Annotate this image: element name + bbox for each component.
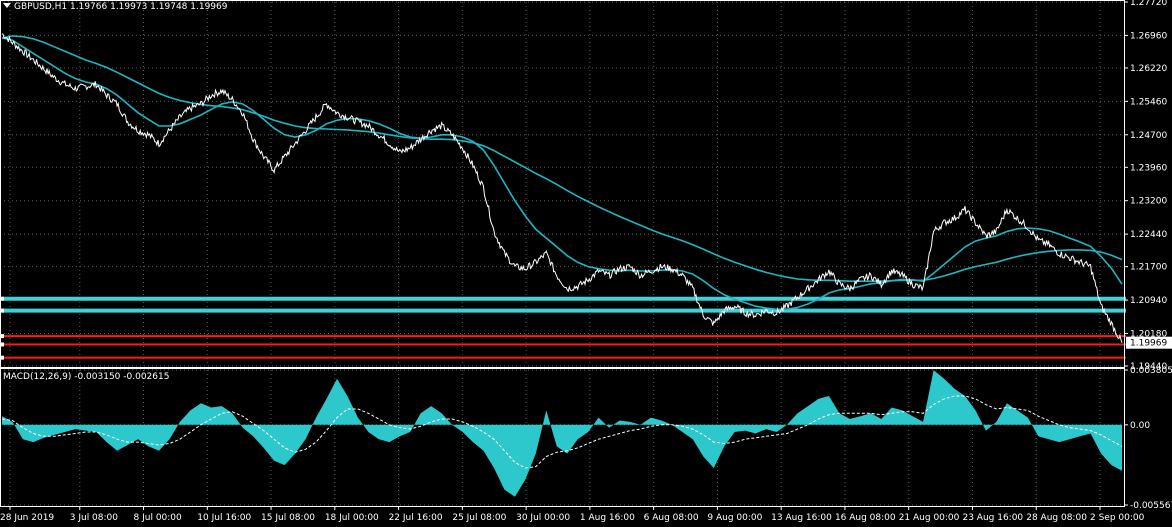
macd-histogram [2, 370, 1122, 497]
x-tick-label: 25 Jul 08:00 [452, 513, 506, 523]
level-handle-icon [1, 334, 4, 339]
x-tick-label: 6 Aug 08:00 [644, 513, 699, 523]
level-handle-icon [1, 355, 4, 360]
level-handle-icon [1, 296, 4, 301]
price-y-tick-label: 1.27720 [1130, 0, 1167, 8]
price-y-tick-label: 1.26220 [1130, 64, 1167, 74]
x-tick-label: 30 Jul 00:00 [516, 513, 570, 523]
ma-slow-line [1, 35, 1123, 282]
macd-y-tick-label: -0.005567 [1130, 501, 1172, 511]
x-tick-label: 8 Jul 00:00 [134, 513, 183, 523]
x-tick-label: 21 Aug 00:00 [899, 513, 960, 523]
current-price-label: 1.19969 [1130, 339, 1167, 349]
ma-fast-line [1, 37, 1123, 311]
symbol-info-text: GBPUSD,H1 1.19766 1.19973 1.19748 1.1996… [14, 2, 228, 12]
x-tick-label: 2 Sep 00:00 [1090, 513, 1145, 523]
price-y-tick-label: 1.23200 [1130, 197, 1167, 207]
price-y-tick-label: 1.20940 [1130, 296, 1167, 306]
x-tick-label: 16 Aug 08:00 [835, 513, 896, 523]
macd-y-tick-label: 0.00 [1130, 421, 1150, 431]
x-tick-label: 22 Jul 16:00 [389, 513, 443, 523]
level-handle-icon [1, 342, 4, 347]
red-level-line [0, 343, 1126, 346]
level-handle-icon [1, 308, 4, 313]
price-y-tick-label: 1.22440 [1130, 230, 1167, 240]
x-tick-label: 18 Jul 00:00 [325, 513, 379, 523]
macd-info: MACD(12,26,9) -0.003150 -0.002615 [3, 372, 170, 382]
cyan-level-band [0, 296, 1126, 301]
symbol-info: GBPUSD,H1 1.19766 1.19973 1.19748 1.1996… [3, 2, 227, 12]
x-tick-label: 13 Aug 16:00 [771, 513, 832, 523]
macd-panel [1, 370, 1123, 497]
x-tick-label: 9 Aug 00:00 [707, 513, 762, 523]
x-tick-label: 28 Jun 2019 [0, 513, 54, 523]
price-y-tick-label: 1.25460 [1130, 97, 1167, 107]
macd-y-tick-label: 0.003805 [1130, 366, 1172, 376]
price-lines [1, 33, 1123, 343]
horizontal-levels [0, 296, 1126, 360]
dropdown-triangle-icon[interactable] [3, 3, 11, 8]
price-y-tick-label: 1.24700 [1130, 131, 1167, 141]
price-y-tick-label: 1.21700 [1130, 263, 1167, 273]
chart-svg: 1.27720 1.26960 1.26220 1.25460 1.24700 1.239… [0, 0, 1172, 523]
red-level-line [0, 356, 1126, 359]
x-tick-label: 28 Aug 08:00 [1026, 513, 1087, 523]
price-y-tick-label: 1.26960 [1130, 31, 1167, 41]
x-tick-label: 1 Aug 16:00 [580, 513, 635, 523]
red-level-line [0, 335, 1126, 338]
x-tick-label: 23 Aug 16:00 [962, 513, 1023, 523]
price-y-tick-label: 1.23960 [1130, 163, 1167, 173]
cyan-level-band [0, 308, 1126, 313]
x-tick-label: 10 Jul 16:00 [197, 513, 251, 523]
x-tick-label: 15 Jul 08:00 [261, 513, 315, 523]
x-tick-label: 3 Jul 08:00 [70, 513, 119, 523]
